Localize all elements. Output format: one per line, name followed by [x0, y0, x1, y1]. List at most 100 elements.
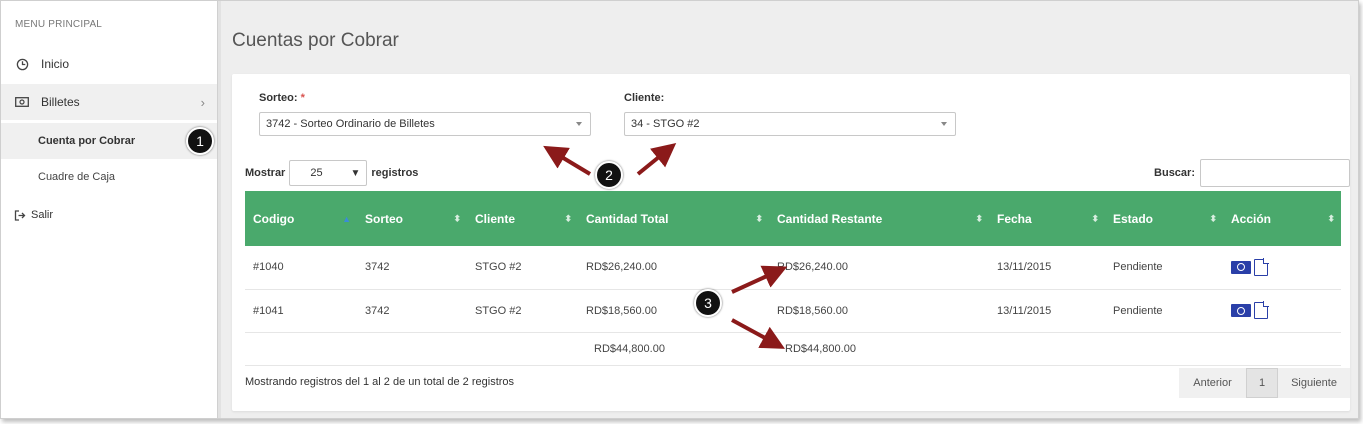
sort-icon: ⬍ — [564, 213, 572, 223]
document-icon[interactable] — [1254, 301, 1269, 319]
sorteo-select[interactable]: 3742 - Sorteo Ordinario de Billetes — [259, 112, 591, 136]
cell-accion — [1223, 246, 1341, 289]
footer-total-value: RD$44,800.00 — [594, 342, 665, 355]
sort-icon: ⬍ — [755, 213, 763, 223]
document-icon[interactable] — [1254, 257, 1269, 276]
dropdown-triangle-icon: ▼ — [350, 167, 361, 179]
pagination: Anterior 1 Siguiente — [1179, 368, 1350, 398]
cell-cantidad-restante: RD$26,240.00 — [777, 261, 848, 274]
sort-icon: ⬍ — [1091, 213, 1099, 223]
dropdown-caret-icon — [941, 122, 947, 126]
cell-fecha: 13/11/2015 — [997, 261, 1052, 274]
sort-icon: ⬍ — [1209, 213, 1217, 223]
col-header-label: Estado — [1113, 211, 1154, 226]
col-header-label: Cliente — [475, 211, 516, 226]
cell-cliente: STGO #2 — [475, 261, 522, 274]
footer-restante-value: RD$44,800.00 — [785, 342, 856, 355]
cell-cantidad-total: RD$26,240.00 — [586, 261, 657, 274]
sidebar-item-cuadre-de-caja[interactable]: Cuadre de Caja — [1, 159, 217, 195]
cell-accion — [1223, 289, 1341, 332]
app-window: MENU PRINCIPAL Inicio Billetes › Cuenta … — [0, 0, 1359, 419]
sidebar-item-label: Inicio — [41, 57, 70, 71]
sidebar: MENU PRINCIPAL Inicio Billetes › Cuenta … — [1, 1, 217, 418]
required-mark: * — [300, 92, 305, 104]
cliente-select[interactable]: 34 - STGO #2 — [624, 112, 956, 136]
page-length-control: Mostrar 25 ▼ registros — [245, 160, 418, 186]
col-header-fecha[interactable]: Fecha ⬍ — [989, 191, 1105, 246]
money-icon — [15, 95, 29, 109]
sort-asc-icon: ▲ — [342, 213, 351, 224]
table-header-row: Codigo ▲ Sorteo ⬍ Cliente ⬍ Cantidad Total ⬍… — [245, 191, 1341, 246]
cell-estado: Pendiente — [1113, 261, 1163, 274]
sidebar-item-cuenta-por-cobrar[interactable]: Cuenta por Cobrar — [1, 123, 217, 159]
sort-icon: ⬍ — [975, 213, 983, 223]
cell-sorteo: 3742 — [365, 261, 390, 274]
callout-badge-3: 3 — [694, 289, 722, 317]
col-header-codigo[interactable]: Codigo ▲ — [245, 191, 357, 246]
sidebar-item-label: Billetes — [41, 95, 80, 109]
action-group — [1231, 301, 1341, 319]
cell-cantidad-restante: RD$18,560.00 — [777, 304, 848, 317]
col-header-cliente[interactable]: Cliente ⬍ — [467, 191, 578, 246]
pagination-prev-button[interactable]: Anterior — [1179, 368, 1246, 398]
show-label: Mostrar — [245, 167, 286, 179]
accounts-table: Codigo ▲ Sorteo ⬍ Cliente ⬍ Cantidad Total ⬍… — [245, 191, 1341, 366]
search-input[interactable] — [1200, 159, 1350, 187]
sorteo-label: Sorteo: * — [259, 92, 305, 104]
cell-estado: Pendiente — [1113, 304, 1163, 317]
col-header-label: Cantidad Total — [586, 211, 669, 226]
cell-fecha: 13/11/2015 — [997, 304, 1052, 317]
page-title: Cuentas por Cobrar — [232, 30, 399, 51]
records-label: registros — [371, 167, 419, 179]
col-header-cantidad-restante[interactable]: Cantidad Restante ⬍ — [769, 191, 989, 246]
cell-codigo: #1040 — [253, 261, 284, 274]
cell-sorteo: 3742 — [365, 304, 390, 317]
pagination-next-button[interactable]: Siguiente — [1278, 368, 1350, 398]
pagination-info: Mostrando registros del 1 al 2 de un tot… — [245, 376, 515, 388]
clock-icon — [15, 57, 29, 71]
page-length-select[interactable]: 25 ▼ — [289, 160, 368, 186]
col-header-cantidad-total[interactable]: Cantidad Total ⬍ — [578, 191, 769, 246]
sidebar-item-billetes[interactable]: Billetes › — [1, 84, 217, 120]
callout-badge-1: 1 — [186, 127, 214, 155]
pagination-page-1[interactable]: 1 — [1246, 368, 1278, 398]
dropdown-caret-icon — [576, 122, 582, 126]
col-header-estado[interactable]: Estado ⬍ — [1105, 191, 1223, 246]
col-header-label: Sorteo — [365, 211, 404, 226]
footer-total: RD$44,800.00 — [578, 332, 769, 365]
action-group — [1231, 257, 1341, 276]
chevron-right-icon: › — [200, 94, 205, 110]
search-control: Buscar: — [1154, 159, 1350, 187]
sort-icon: ⬍ — [453, 213, 461, 223]
sidebar-item-label: Salir — [31, 209, 54, 221]
cliente-label: Cliente: — [624, 92, 665, 104]
sign-out-icon — [13, 208, 27, 222]
cell-codigo: #1041 — [253, 304, 284, 317]
col-header-label: Codigo — [253, 211, 295, 226]
sidebar-item-inicio[interactable]: Inicio — [1, 46, 217, 82]
search-label: Buscar: — [1154, 167, 1195, 179]
table-row: #1041 3742 STGO #2 RD$18,560.00 RD$18,56… — [245, 289, 1341, 332]
payment-icon[interactable] — [1231, 260, 1251, 274]
cell-cliente: STGO #2 — [475, 304, 522, 317]
col-header-accion[interactable]: Acción ⬍ — [1223, 191, 1341, 246]
content-panel: Sorteo: * 3742 - Sorteo Ordinario de Bil… — [232, 74, 1350, 411]
table-row: #1040 3742 STGO #2 RD$26,240.00 RD$26,24… — [245, 246, 1341, 289]
col-header-sorteo[interactable]: Sorteo ⬍ — [357, 191, 467, 246]
main-content: Cuentas por Cobrar Sorteo: * 3742 - Sort… — [221, 1, 1358, 418]
sidebar-item-salir[interactable]: Salir — [1, 197, 217, 233]
sort-icon: ⬍ — [1327, 213, 1335, 223]
col-header-label: Cantidad Restante — [777, 211, 883, 226]
col-header-label: Acción — [1231, 211, 1272, 226]
table-footer-row: RD$44,800.00 RD$44,800.00 — [245, 332, 1341, 365]
payment-icon[interactable] — [1231, 304, 1251, 317]
sorteo-label-text: Sorteo: — [259, 92, 298, 104]
footer-restante: RD$44,800.00 — [769, 332, 989, 365]
cell-cantidad-total: RD$18,560.00 — [586, 304, 657, 317]
cliente-select-value: 34 - STGO #2 — [631, 118, 700, 130]
col-header-label: Fecha — [997, 211, 1032, 226]
page-length-value: 25 — [310, 167, 323, 179]
callout-badge-2: 2 — [595, 161, 623, 189]
menu-heading: MENU PRINCIPAL — [15, 19, 103, 30]
sorteo-select-value: 3742 - Sorteo Ordinario de Billetes — [266, 118, 435, 130]
